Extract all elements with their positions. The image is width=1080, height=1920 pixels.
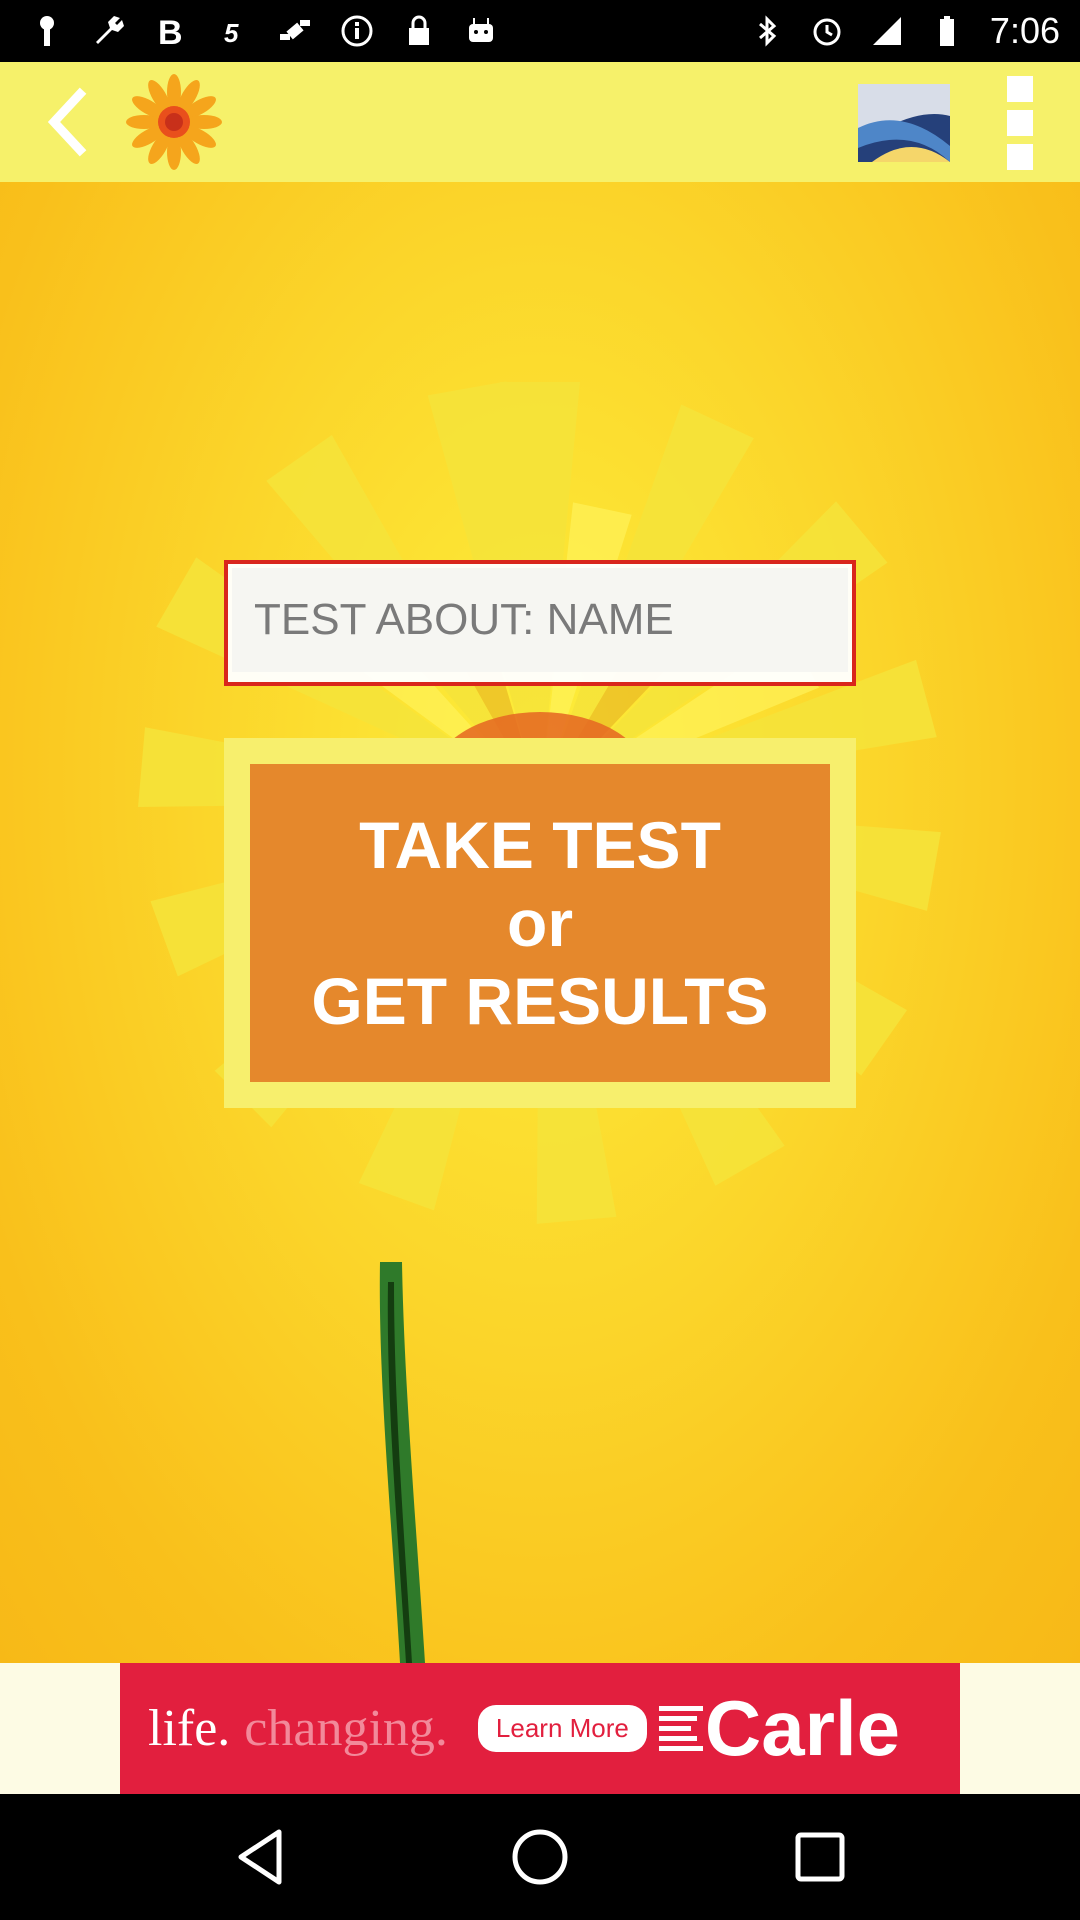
bold-b-icon: B	[158, 14, 183, 48]
take-test-line1: TAKE TEST	[359, 808, 721, 882]
ad-line	[658, 1706, 703, 1711]
menu-dot	[1007, 110, 1033, 136]
signal-icon	[872, 17, 901, 45]
status-notification-icons: B 5	[30, 14, 750, 48]
ad-learn-more-button[interactable]: Learn More	[477, 1705, 647, 1752]
menu-dot	[1007, 144, 1033, 170]
alarm-icon	[813, 18, 841, 46]
key-icon	[40, 16, 54, 46]
5-icon: 5	[224, 18, 239, 48]
nav-recents-icon[interactable]	[785, 1822, 855, 1892]
ad-line	[658, 1736, 697, 1741]
clock-time: 7:06	[989, 10, 1060, 51]
main-content: TAKE TEST or GET RESULTS	[0, 182, 1080, 1663]
take-test-line2: or	[507, 886, 573, 960]
navigation-bar	[0, 1794, 1080, 1920]
status-bar: B 5 7:06	[0, 0, 1080, 62]
nav-home-icon[interactable]	[505, 1822, 575, 1892]
overflow-menu-icon[interactable]	[996, 76, 1044, 170]
nav-back-icon[interactable]	[225, 1822, 295, 1892]
ad-banner[interactable]: life. changing. Learn More Carle	[120, 1663, 960, 1794]
wrench-icon	[96, 16, 124, 44]
battery-icon	[939, 16, 954, 46]
svg-text:5: 5	[224, 18, 239, 48]
take-test-button[interactable]: TAKE TEST or GET RESULTS	[250, 764, 830, 1082]
chevron-left-icon[interactable]	[28, 80, 112, 164]
take-test-line3: GET RESULTS	[311, 964, 769, 1038]
app-bar	[0, 62, 1080, 182]
ad-brand-logo: Carle	[658, 1683, 900, 1774]
lock-icon	[409, 15, 429, 45]
status-system-icons: 7:06	[750, 10, 1060, 52]
mail-icon[interactable]	[852, 76, 956, 170]
ad-word-life: life.	[148, 1700, 231, 1757]
svg-text:B: B	[158, 14, 183, 48]
take-test-frame: TAKE TEST or GET RESULTS	[224, 738, 856, 1108]
ad-word-changing: changing.	[244, 1700, 448, 1757]
ad-strip: life. changing. Learn More Carle	[0, 1663, 1080, 1794]
android-icon	[469, 18, 493, 42]
info-icon	[341, 15, 373, 47]
bluetooth-icon	[758, 15, 777, 47]
ad-brand-lines	[658, 1706, 703, 1751]
flower-logo-icon[interactable]	[124, 72, 224, 172]
ad-line	[658, 1746, 703, 1751]
menu-dot	[1007, 76, 1033, 102]
name-input[interactable]	[232, 568, 848, 672]
name-input-container	[224, 560, 856, 686]
fake-gps-icon	[280, 20, 310, 40]
ad-brand-name: Carle	[704, 1684, 900, 1772]
ad-line	[658, 1716, 697, 1721]
ad-line	[658, 1726, 691, 1731]
